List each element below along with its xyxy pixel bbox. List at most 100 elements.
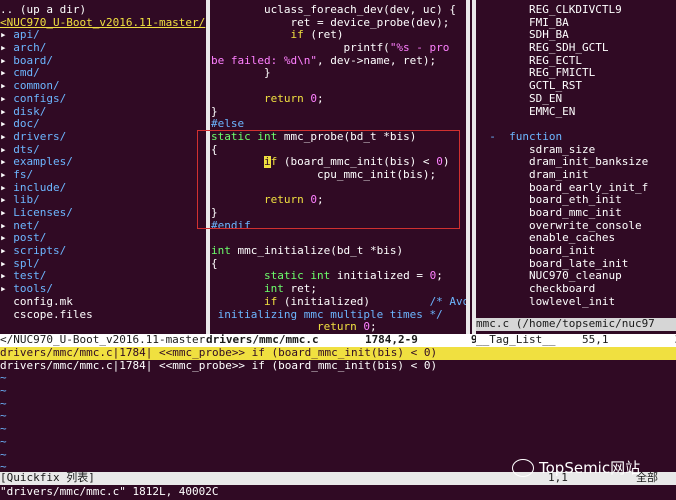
editor-status-text: drivers/mmc/mmc.c 1784,2-9 99% (206, 334, 476, 346)
pane-divider (466, 0, 470, 334)
code-token: ; (316, 194, 324, 207)
explorer-entry[interactable]: ▸ drivers/ (0, 131, 206, 144)
empty-line-marker: ~ (0, 435, 7, 448)
explorer-entry-label: drivers/ (13, 130, 67, 143)
editor-status-line: drivers/mmc/mmc.c 1784,2-9 99% (206, 334, 476, 347)
tag-list-scrollbar (472, 0, 476, 334)
expand-arrow-icon: ▸ (0, 118, 14, 131)
expand-arrow-icon: ▸ (0, 156, 14, 169)
tag-group-header[interactable]: - function (476, 130, 676, 144)
code-token: initializing mmc multiple times */ (211, 308, 443, 321)
quickfix-entry[interactable]: drivers/mmc/mmc.c|1784| <<mmc_probe>> if… (0, 360, 676, 373)
code-token: initialized = (330, 270, 430, 283)
explorer-entry-label: config.mk (13, 295, 73, 308)
code-token: mmc_probe(bd_t *bis) (277, 130, 417, 143)
explorer-entry[interactable]: config.mk (0, 296, 206, 309)
explorer-entry[interactable]: ▸ disk/ (0, 106, 206, 119)
code-token: ) (442, 156, 450, 169)
explorer-entry[interactable]: ▸ arch/ (0, 42, 206, 55)
expand-arrow-icon: ▸ (0, 257, 14, 270)
explorer-entry-label: .. (up a dir) (0, 4, 87, 16)
quickfix-entry[interactable]: drivers/mmc/mmc.c|1784| <<mmc_probe>> if… (0, 347, 676, 360)
tag-entry[interactable]: dram_init (476, 168, 676, 182)
expand-arrow-icon (0, 309, 13, 321)
tag-entry[interactable]: lowlevel_init (476, 295, 676, 309)
explorer-entry-label: Licenses/ (13, 207, 73, 219)
code-token: printf( (211, 42, 390, 55)
explorer-entry-label: dts/ (13, 143, 40, 156)
code-token: int (310, 270, 331, 283)
explorer-entry[interactable]: ▸ spl/ (0, 258, 206, 271)
code-token: int (257, 130, 278, 143)
explorer-entry[interactable]: cscope.files (0, 309, 206, 322)
expand-arrow-icon: ▸ (0, 270, 14, 283)
explorer-entry[interactable]: ▸ common/ (0, 80, 206, 93)
explorer-entry[interactable]: ▸ examples/ (0, 156, 206, 169)
explorer-entry[interactable]: ▸ include/ (0, 182, 206, 195)
tag-list-pane[interactable]: REG_CLKDIVCTL9 FMI_BA SDH_BA REG_SDH_GCT… (476, 4, 676, 318)
explorer-entry-label: include/ (13, 181, 67, 194)
code-line: return 0; (211, 93, 466, 106)
explorer-entry[interactable]: ▸ tools/ (0, 283, 206, 296)
expand-arrow-icon: ▸ (0, 232, 14, 245)
code-token: 0 (310, 92, 317, 105)
explorer-entry[interactable]: ▸ test/ (0, 270, 206, 283)
pane-divider (206, 0, 210, 334)
explorer-entry[interactable]: ▸ lib/ (0, 194, 206, 207)
expand-arrow-icon: ▸ (0, 105, 14, 118)
explorer-entry-label: post/ (13, 232, 47, 245)
expand-arrow-icon: ▸ (0, 42, 14, 55)
tag-entry[interactable]: REG_CLKDIVCTL9 (476, 4, 676, 17)
tag-entry[interactable]: GCTL_RST (476, 79, 676, 93)
explorer-entry-label: test/ (13, 270, 47, 283)
explorer-entry[interactable]: ▸ cmd/ (0, 67, 206, 80)
quickfix-list[interactable]: drivers/mmc/mmc.c|1784| <<mmc_probe>> if… (0, 347, 676, 472)
tag-entry[interactable]: checkboard (476, 282, 676, 296)
explorer-entry[interactable]: ▸ net/ (0, 220, 206, 233)
tag-entry[interactable]: REG_SDH_GCTL (476, 41, 676, 55)
tag-file-path: mmc.c (/home/topsemic/nuc97 (476, 318, 676, 331)
explorer-entry[interactable]: ▸ Licenses/ (0, 207, 206, 220)
code-token: #endif (211, 219, 251, 232)
quickfix-file: drivers/mmc/mmc.c (0, 359, 113, 372)
empty-line-marker: ~ (0, 397, 7, 410)
code-line: } (211, 106, 466, 119)
empty-line-marker: ~ (0, 423, 7, 436)
code-token: 0 (310, 194, 317, 207)
expand-arrow-icon: ▸ (0, 80, 14, 93)
explorer-entry[interactable]: .. (up a dir) (0, 4, 206, 17)
code-token: static (211, 130, 251, 143)
explorer-entry-label: spl/ (13, 257, 40, 270)
code-token: (board_mmc_init(bis) < (277, 156, 437, 169)
code-token: 0 (363, 321, 370, 334)
code-token: { (211, 257, 218, 270)
code-token: int (263, 283, 284, 296)
command-line[interactable]: "drivers/mmc/mmc.c" 1812L, 40002C (0, 485, 676, 499)
explorer-entry[interactable]: <NUC970_U-Boot_v2016.11-master/ (0, 17, 206, 30)
file-explorer-pane[interactable]: .. (up a dir) <NUC970_U-Boot_v2016.11-mas… (0, 4, 206, 334)
expand-arrow-icon: ▸ (0, 181, 14, 194)
empty-line-marker: ~ (0, 410, 7, 423)
explorer-entry[interactable]: ▸ configs/ (0, 93, 206, 106)
code-token: mmc_initialize(bd_t *bis) (230, 245, 404, 258)
explorer-entry[interactable]: ▸ doc/ (0, 118, 206, 131)
tag-entry[interactable] (476, 118, 676, 131)
tag-entry[interactable]: SD_EN (476, 92, 676, 106)
explorer-entry[interactable]: ▸ fs/ (0, 169, 206, 182)
explorer-entry[interactable]: ▸ scripts/ (0, 245, 206, 258)
explorer-entry[interactable]: ▸ dts/ (0, 144, 206, 157)
code-token: ret = device_probe(dev); (211, 16, 450, 29)
code-token: ; (436, 270, 443, 283)
explorer-entry[interactable]: ▸ api/ (0, 29, 206, 42)
code-line: { (211, 144, 466, 157)
tag-entry[interactable]: board_init (476, 244, 676, 258)
explorer-entry[interactable]: ▸ post/ (0, 232, 206, 245)
explorer-entry[interactable]: ▸ board/ (0, 55, 206, 68)
tag-entry[interactable]: board_mmc_init (476, 206, 676, 220)
code-line: #endif (211, 220, 466, 233)
code-line: if (ret) (211, 29, 466, 42)
code-editor-pane[interactable]: uclass_foreach_dev(dev, uc) { ret = devi… (211, 4, 466, 334)
tag-entry[interactable]: EMMC_EN (476, 105, 676, 119)
